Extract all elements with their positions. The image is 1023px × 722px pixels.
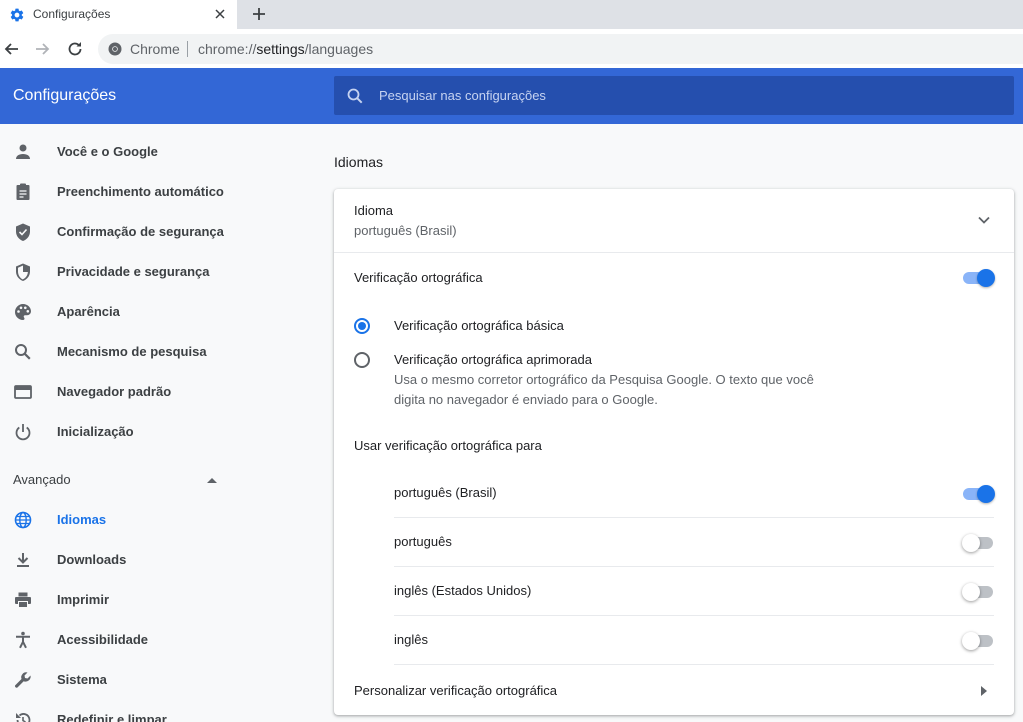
spellcheck-language-name: inglês (Estados Unidos): [394, 583, 532, 598]
page-title: Configurações: [13, 87, 117, 104]
sidebar-item-label: Confirmação de segurança: [57, 224, 224, 239]
sidebar-item-label: Downloads: [57, 552, 127, 567]
forward-arrow-icon[interactable]: [32, 39, 52, 59]
radio-enhanced-description: Usa o mesmo corretor ortográfico da Pesq…: [394, 372, 814, 387]
sidebar-item-confirmacao-seguranca[interactable]: Confirmação de segurança: [0, 212, 230, 252]
sidebar-item-label: Inicialização: [57, 424, 134, 439]
sidebar-item-inicializacao[interactable]: Inicialização: [0, 412, 230, 452]
sidebar-item-label: Redefinir e limpar: [57, 712, 167, 722]
section-title: Idiomas: [334, 154, 384, 170]
sidebar-item-label: Privacidade e segurança: [57, 264, 210, 279]
sidebar-item-idiomas[interactable]: Idiomas: [0, 500, 230, 540]
reload-icon[interactable]: [65, 39, 85, 59]
language-label: Idioma: [354, 203, 394, 218]
divider: [187, 41, 188, 57]
language-row[interactable]: Idioma português (Brasil): [334, 189, 1014, 253]
sidebar-item-label: Navegador padrão: [57, 384, 172, 399]
languages-card: Idioma português (Brasil) Verificação or…: [334, 189, 1014, 715]
use-spellcheck-for-label: Usar verificação ortográfica para: [354, 438, 542, 453]
clipboard-icon: [16, 183, 30, 200]
sidebar-item-label: Idiomas: [57, 512, 107, 527]
wrench-icon: [15, 672, 31, 688]
tab-title: Configurações: [33, 7, 111, 21]
sidebar-item-mecanismo-pesquisa[interactable]: Mecanismo de pesquisa: [0, 332, 230, 372]
spellcheck-language-toggle[interactable]: [962, 485, 996, 503]
radio-enhanced-label: Verificação ortográfica aprimorada: [394, 352, 592, 367]
sidebar-item-acessibilidade[interactable]: Acessibilidade: [0, 620, 230, 660]
sidebar-item-privacidade[interactable]: Privacidade e segurança: [0, 252, 230, 292]
radio-basic-spellcheck[interactable]: [354, 318, 370, 334]
sidebar-item-label: Preenchimento automático: [57, 184, 224, 199]
new-tab-icon[interactable]: [250, 5, 268, 23]
sidebar-item-navegador-padrao[interactable]: Navegador padrão: [0, 372, 230, 412]
spellcheck-language-toggle[interactable]: [962, 632, 996, 650]
advanced-label: Avançado: [13, 472, 71, 487]
back-arrow-icon[interactable]: [2, 39, 22, 59]
sidebar-item-aparencia[interactable]: Aparência: [0, 292, 230, 332]
sidebar-item-label: Você e o Google: [57, 144, 158, 159]
advanced-toggle[interactable]: Avançado: [0, 462, 230, 498]
sidebar-item-label: Sistema: [57, 672, 107, 687]
spellcheck-language-row: inglês (Estados Unidos): [394, 567, 994, 616]
url-text: chrome://settings/languages: [198, 41, 374, 57]
sidebar-item-label: Acessibilidade: [57, 632, 149, 647]
sidebar-item-label: Aparência: [57, 304, 120, 319]
chevron-down-icon[interactable]: [977, 215, 991, 225]
spellcheck-label: Verificação ortográfica: [354, 270, 483, 285]
sidebar-item-imprimir[interactable]: Imprimir: [0, 580, 230, 620]
settings-sidebar: Você e o Google Preenchimento automático…: [0, 124, 230, 722]
spellcheck-language-name: inglês: [394, 632, 428, 647]
spellcheck-language-name: português (Brasil): [394, 485, 497, 500]
search-icon: [347, 88, 363, 104]
sidebar-item-preenchimento[interactable]: Preenchimento automático: [0, 172, 230, 212]
settings-header: Configurações Pesquisar nas configuraçõe…: [0, 68, 1023, 124]
search-placeholder: Pesquisar nas configurações: [379, 88, 546, 103]
shield-check-icon: [16, 223, 30, 241]
radio-enhanced-description: digita no navegador é enviado para o Goo…: [394, 392, 658, 407]
spellcheck-language-row: português (Brasil): [394, 469, 996, 518]
search-icon: [15, 344, 31, 360]
power-icon: [15, 424, 31, 441]
spellcheck-language-row: inglês: [394, 616, 994, 665]
globe-icon: [14, 511, 32, 529]
spellcheck-language-toggle[interactable]: [962, 534, 996, 552]
accessibility-icon: [16, 631, 30, 649]
customize-spellcheck-row[interactable]: Personalizar verificação ortográfica: [334, 666, 1014, 715]
spellcheck-toggle[interactable]: [962, 269, 996, 287]
spellcheck-language-toggle[interactable]: [962, 583, 996, 601]
address-bar[interactable]: Chrome chrome://settings/languages: [98, 34, 1023, 64]
browser-toolbar: Chrome chrome://settings/languages: [0, 29, 1023, 69]
sidebar-item-voce-e-o-google[interactable]: Você e o Google: [0, 132, 230, 172]
radio-basic-label: Verificação ortográfica básica: [394, 318, 564, 333]
reset-icon: [16, 713, 31, 722]
site-label: Chrome: [130, 41, 180, 57]
sidebar-item-sistema[interactable]: Sistema: [0, 660, 230, 700]
sidebar-item-redefinir[interactable]: Redefinir e limpar: [0, 700, 230, 722]
chevron-up-icon: [207, 478, 217, 483]
tab-strip: Configurações: [0, 0, 1023, 29]
sidebar-item-label: Imprimir: [57, 592, 110, 607]
shield-icon: [16, 263, 30, 281]
arrow-right-icon: [981, 686, 987, 696]
tab-settings[interactable]: Configurações: [0, 0, 237, 29]
printer-icon: [15, 592, 31, 608]
customize-spellcheck-label: Personalizar verificação ortográfica: [354, 683, 558, 698]
download-icon: [17, 553, 29, 567]
sidebar-item-label: Mecanismo de pesquisa: [57, 344, 207, 359]
spellcheck-language-row: português: [394, 518, 994, 567]
search-input[interactable]: Pesquisar nas configurações: [334, 76, 1014, 115]
chrome-logo-icon: [108, 42, 122, 56]
gear-icon: [10, 8, 24, 22]
close-icon[interactable]: [212, 6, 228, 22]
language-value: português (Brasil): [354, 223, 457, 238]
browser-window-icon: [14, 385, 32, 399]
radio-enhanced-spellcheck[interactable]: [354, 352, 370, 368]
person-icon: [16, 144, 30, 159]
spellcheck-language-name: português: [394, 534, 452, 549]
sidebar-item-downloads[interactable]: Downloads: [0, 540, 230, 580]
palette-icon: [15, 304, 31, 320]
